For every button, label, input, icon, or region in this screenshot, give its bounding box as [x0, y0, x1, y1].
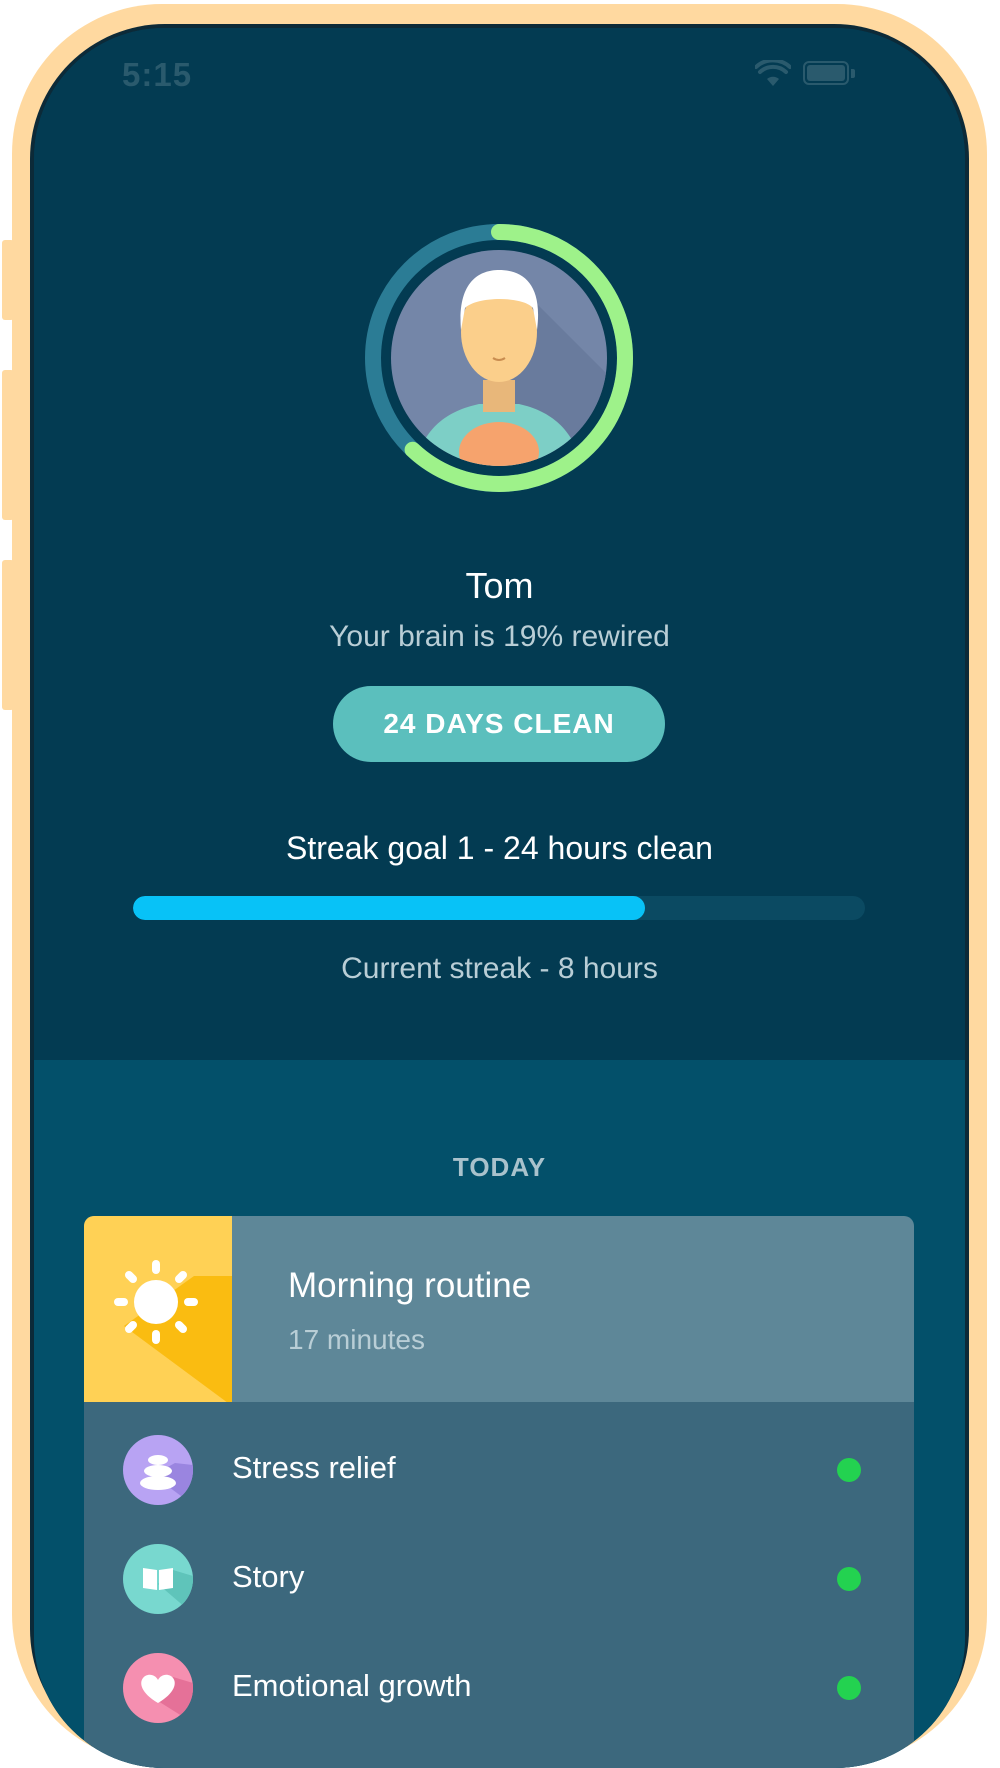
battery-icon: [803, 61, 855, 87]
stones-icon: [123, 1435, 193, 1505]
streak-goal-label: Streak goal 1 - 24 hours clean: [286, 830, 713, 866]
activity-label: Stress relief: [232, 1450, 396, 1485]
activity-emotional-growth[interactable]: Emotional growth: [84, 1638, 914, 1738]
heart-icon: [123, 1653, 193, 1723]
today-heading: TODAY: [452, 1152, 547, 1182]
routine-tile: [84, 1216, 232, 1402]
wifi-icon: [755, 60, 791, 86]
phone-side-button: [2, 370, 14, 520]
status-icons: [755, 60, 855, 88]
status-time: 5:15: [122, 56, 193, 93]
completed-indicator: [837, 1458, 861, 1482]
activity-stress-relief[interactable]: Stress relief: [84, 1420, 914, 1520]
book-icon: [123, 1544, 193, 1614]
current-streak-label: Current streak - 8 hours: [341, 952, 658, 985]
app-screen: 5:15 Tom Your brain is 19% rewired 24 DA…: [34, 28, 965, 1768]
activity-story[interactable]: Story: [84, 1529, 914, 1629]
profile-name: Tom: [465, 565, 534, 606]
streak-progress-bar: [133, 896, 865, 920]
routine-title: Morning routine: [288, 1266, 532, 1305]
phone-side-button: [2, 240, 14, 320]
rewired-status: Your brain is 19% rewired: [329, 620, 670, 653]
completed-indicator: [837, 1567, 861, 1591]
days-clean-button[interactable]: 24 DAYS CLEAN: [333, 686, 665, 762]
routine-duration: 17 minutes: [288, 1324, 425, 1355]
morning-routine-card[interactable]: Morning routine 17 minutes: [84, 1216, 914, 1402]
avatar-progress-ring[interactable]: [353, 212, 645, 504]
activity-list: Stress relief Story Emotional growth: [84, 1402, 914, 1768]
completed-indicator: [837, 1676, 861, 1700]
phone-side-button: [2, 560, 14, 710]
sun-icon: [114, 1260, 232, 1402]
activity-label: Story: [232, 1559, 305, 1594]
person-avatar-icon: [365, 224, 633, 492]
streak-progress-fill: [133, 896, 646, 920]
activity-label: Emotional growth: [232, 1668, 472, 1703]
